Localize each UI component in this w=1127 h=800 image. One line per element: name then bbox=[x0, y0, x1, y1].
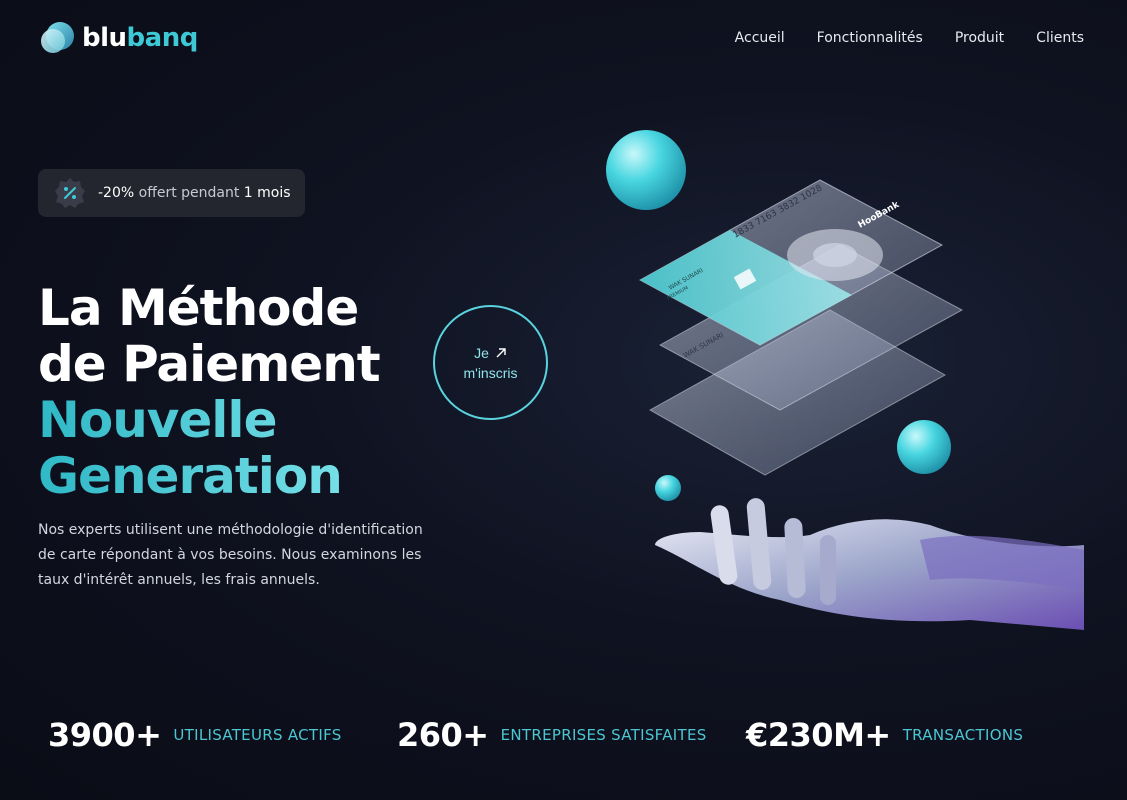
stat-value: 3900+ bbox=[48, 716, 162, 754]
hero-description: Nos experts utilisent une méthodologie d… bbox=[38, 522, 423, 588]
floating-orb-medium bbox=[897, 420, 951, 474]
stats-bar: 3900+ UTILISATEURS ACTIFS 260+ ENTREPRIS… bbox=[0, 716, 1127, 766]
floating-orb-small bbox=[655, 475, 681, 501]
brand-logo[interactable]: blubanq bbox=[38, 20, 198, 56]
nav-link-clients[interactable]: Clients bbox=[1036, 30, 1084, 46]
hero-heading-line2: de Paiement bbox=[38, 335, 381, 393]
signup-label-line1: Je bbox=[474, 344, 489, 361]
stat-companies: 260+ ENTREPRISES SATISFAITES bbox=[397, 716, 707, 754]
nav-link-fonctionnalites[interactable]: Fonctionnalités bbox=[817, 30, 923, 46]
hero-heading-line3: Nouvelle bbox=[38, 392, 380, 448]
stat-label: UTILISATEURS ACTIFS bbox=[173, 726, 342, 744]
floating-orb-large bbox=[606, 130, 686, 210]
arrow-up-right-icon bbox=[496, 347, 506, 357]
stat-label: ENTREPRISES SATISFAITES bbox=[500, 726, 707, 744]
main-nav: Accueil Fonctionnalités Produit Clients bbox=[735, 30, 1084, 46]
nav-link-produit[interactable]: Produit bbox=[955, 30, 1004, 46]
promo-badge: -20% offert pendant 1 mois bbox=[38, 169, 305, 217]
stat-users: 3900+ UTILISATEURS ACTIFS bbox=[48, 716, 342, 754]
promo-text: -20% offert pendant 1 mois bbox=[98, 185, 291, 201]
stat-value: €230M+ bbox=[746, 716, 891, 754]
signup-button[interactable]: Je m'inscris bbox=[433, 305, 548, 420]
logo-orb-icon bbox=[41, 22, 74, 53]
signup-label-line2: m'inscris bbox=[463, 364, 518, 381]
nav-link-accueil[interactable]: Accueil bbox=[735, 30, 785, 46]
robot-hand bbox=[655, 498, 1084, 630]
hero-heading-line4: Generation bbox=[38, 448, 380, 504]
hero-heading: La Méthode de Paiement Nouvelle Generati… bbox=[38, 279, 381, 504]
stat-value: 260+ bbox=[397, 716, 489, 754]
site-header: blubanq Accueil Fonctionnalités Produit … bbox=[0, 0, 1127, 80]
hero-illustration: WAK SUNARI 1833 7163 3832 1028 HooBank W… bbox=[606, 130, 1084, 630]
stat-transactions: €230M+ TRANSACTIONS bbox=[746, 716, 1023, 754]
brand-name: blubanq bbox=[82, 23, 198, 53]
hero-heading-line1: La Méthode bbox=[38, 279, 359, 337]
stat-label: TRANSACTIONS bbox=[902, 726, 1024, 744]
percent-badge-icon bbox=[55, 178, 85, 208]
